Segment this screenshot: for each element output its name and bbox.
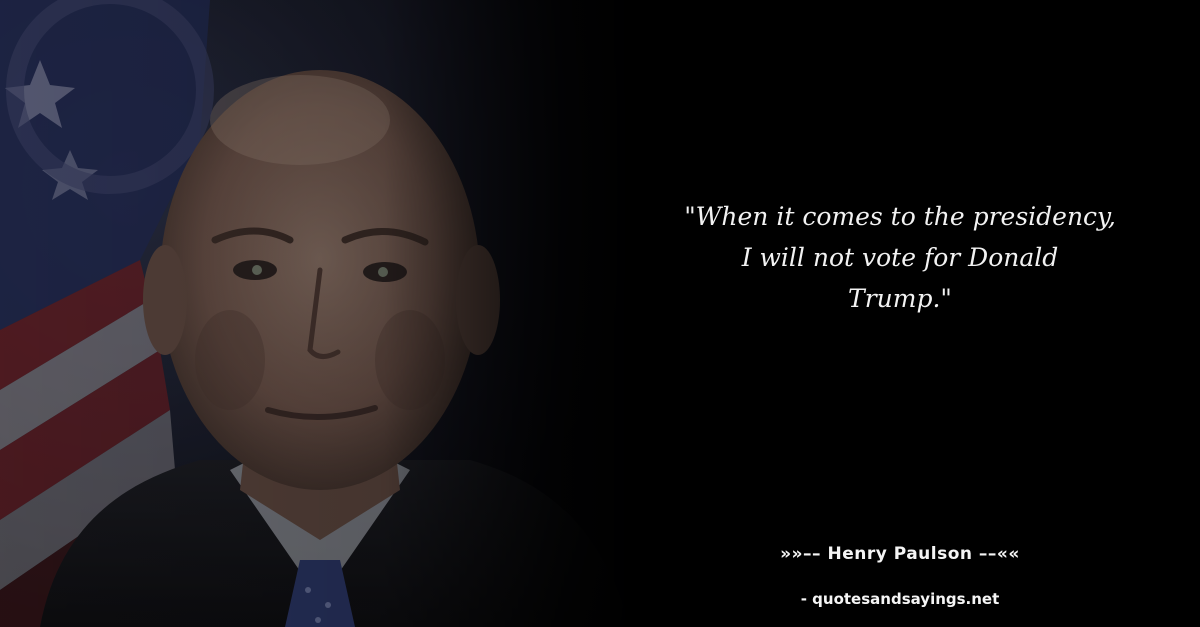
quote-line: "When it comes to the presidency, <box>684 202 1116 231</box>
author-attribution: »»–– Henry Paulson ––«« <box>780 544 1020 564</box>
portrait-illustration <box>0 0 640 627</box>
source-watermark: - quotesandsayings.net <box>800 590 1000 608</box>
quote-line: I will not vote for Donald <box>741 243 1059 272</box>
quote-text: "When it comes to the presidency, I will… <box>640 196 1160 319</box>
portrait-photo <box>0 0 640 627</box>
quote-line: Trump." <box>848 284 952 313</box>
quote-card: "When it comes to the presidency, I will… <box>0 0 1200 627</box>
